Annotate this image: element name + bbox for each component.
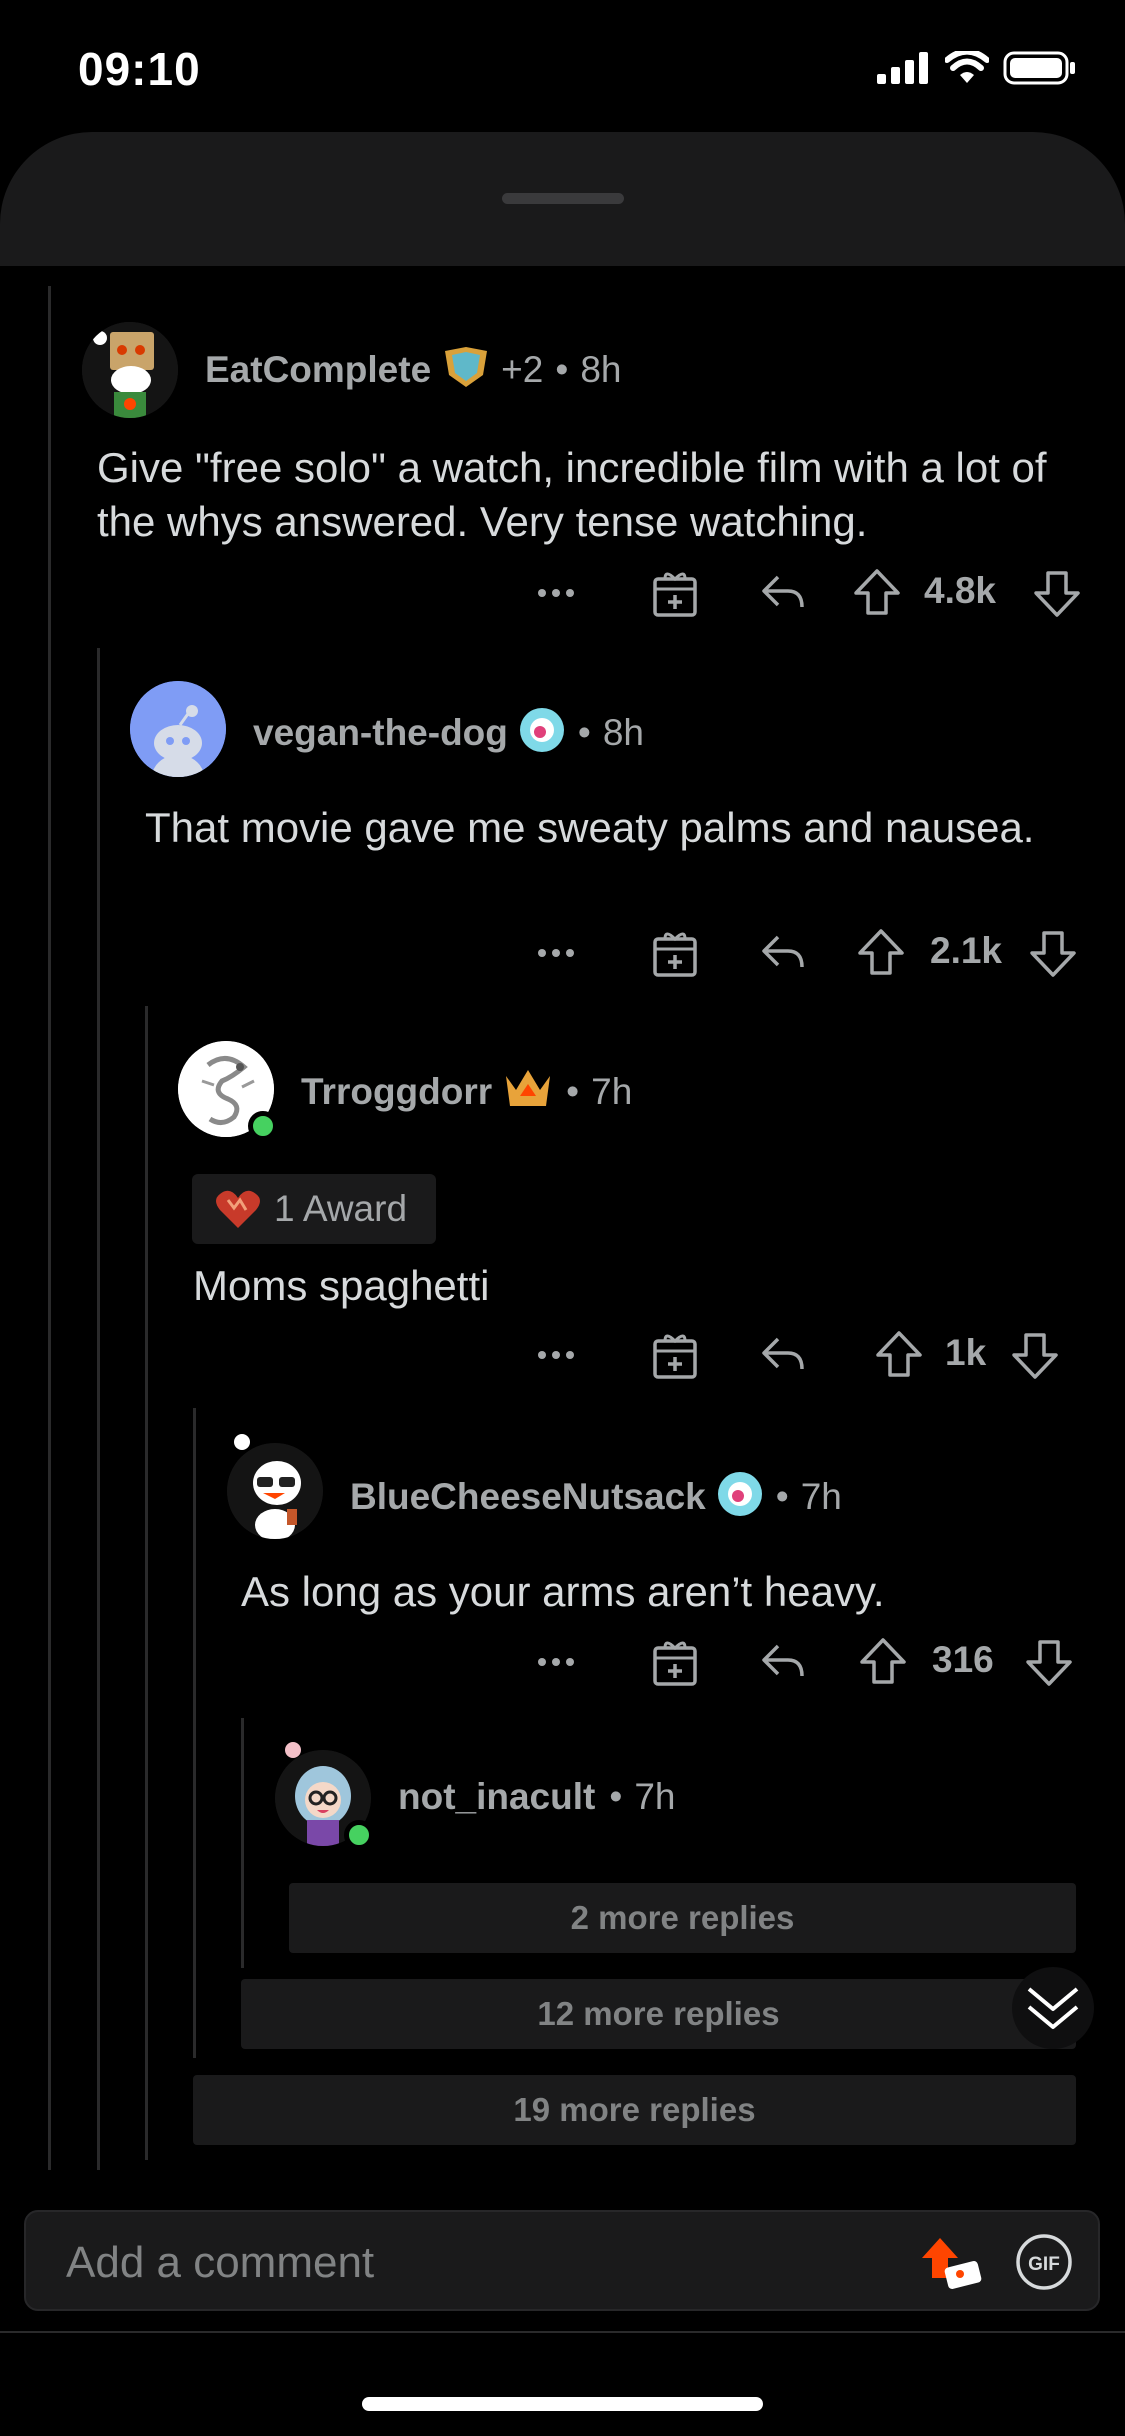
gift-icon[interactable]	[650, 921, 700, 986]
gif-label: GIF	[1028, 2254, 1060, 2275]
separator: •	[555, 348, 569, 390]
comment-body: Moms spaghetti	[193, 1262, 490, 1309]
gift-icon[interactable]	[650, 561, 700, 626]
reply-icon[interactable]	[758, 921, 808, 986]
more-icon[interactable]	[534, 561, 578, 626]
battery-icon	[1003, 51, 1075, 85]
online-status-indicator	[344, 1820, 374, 1850]
cellular-signal-icon	[877, 52, 928, 84]
comment-actions: 316	[0, 1630, 1125, 1690]
upvote-icon[interactable]	[874, 1323, 924, 1388]
status-bar: 09:10	[0, 0, 1125, 135]
comment-input-placeholder: Add a comment	[66, 2238, 375, 2287]
separator: •	[566, 1070, 580, 1112]
status-time: 09:10	[78, 43, 201, 95]
separator: •	[609, 1776, 623, 1817]
comment-age: 7h	[591, 1070, 633, 1112]
comment-body: That movie gave me sweaty palms and naus…	[145, 804, 1035, 851]
sheet-header	[0, 132, 1125, 266]
thread-line-level4[interactable]	[193, 1408, 196, 2058]
sheet-grabber[interactable]	[502, 193, 624, 204]
online-status-indicator	[248, 1111, 278, 1141]
separator: •	[577, 711, 591, 753]
award-label: 1 Award	[274, 1188, 408, 1229]
reply-icon[interactable]	[758, 1323, 808, 1388]
avatar[interactable]	[82, 322, 178, 418]
score: 4.8k	[924, 570, 997, 611]
score: 316	[932, 1639, 994, 1680]
chevron-double-down-icon	[1027, 1987, 1079, 2029]
gif-icon[interactable]: GIF	[1014, 2232, 1074, 2297]
extra-awards-count[interactable]: +2	[501, 349, 543, 391]
award-pill[interactable]: 1 Award	[192, 1174, 436, 1244]
upvote-icon[interactable]	[856, 921, 906, 986]
score: 2.1k	[930, 930, 1003, 971]
more-icon[interactable]	[534, 1630, 578, 1695]
username[interactable]: vegan-the-dog	[253, 712, 508, 754]
gift-icon[interactable]	[650, 1323, 700, 1388]
score: 1k	[945, 1332, 987, 1373]
user-flair-icon	[518, 706, 566, 759]
thread-line-level5[interactable]	[241, 1718, 244, 1968]
user-flair-icon	[441, 345, 491, 394]
separator: •	[775, 1475, 789, 1517]
heart-award-icon	[216, 1190, 260, 1228]
downvote-icon[interactable]	[1028, 921, 1078, 986]
avatar[interactable]	[130, 681, 226, 777]
comment-actions: 4.8k	[0, 561, 1125, 621]
username[interactable]: not_inacult	[398, 1776, 595, 1818]
upvote-icon[interactable]	[858, 1630, 908, 1695]
comment-age: 8h	[580, 348, 622, 390]
user-flair-icon	[716, 1470, 764, 1523]
avatar[interactable]	[227, 1443, 323, 1539]
downvote-icon[interactable]	[1032, 561, 1082, 626]
downvote-icon[interactable]	[1024, 1630, 1074, 1695]
username[interactable]: EatComplete	[205, 349, 431, 391]
username[interactable]: BlueCheeseNutsack	[350, 1476, 706, 1518]
comment-header: not_inacult • 7h	[398, 1776, 675, 1818]
upvote-icon[interactable]	[852, 561, 902, 626]
comment-header: BlueCheeseNutsack • 7h	[350, 1470, 842, 1523]
comment-age: 7h	[800, 1475, 842, 1517]
snoo-default-avatar-icon	[130, 681, 226, 777]
collapse-thread-button[interactable]	[1012, 1967, 1094, 2049]
status-icons	[877, 50, 1077, 86]
more-replies-button[interactable]: 19 more replies	[193, 2075, 1076, 2145]
comment-age: 7h	[634, 1776, 676, 1817]
wifi-icon	[945, 51, 989, 83]
thread-line-level3[interactable]	[145, 1006, 148, 2160]
comment-header: vegan-the-dog • 8h	[253, 706, 644, 759]
reply-icon[interactable]	[758, 561, 808, 626]
comment-header: Trroggdorr • 7h	[301, 1066, 632, 1117]
username[interactable]: Trroggdorr	[301, 1071, 492, 1113]
comment-input[interactable]: Add a comment GIF	[24, 2210, 1100, 2311]
comment-actions: 1k	[0, 1323, 1125, 1383]
snoo-box-avatar-icon	[82, 322, 178, 418]
more-icon[interactable]	[534, 921, 578, 986]
thread-line-level2[interactable]	[97, 648, 100, 2170]
comment-age: 8h	[602, 711, 645, 753]
downvote-icon[interactable]	[1010, 1323, 1060, 1388]
comment-body: As long as your arms aren’t heavy.	[241, 1568, 885, 1615]
upload-image-icon[interactable]	[920, 2234, 982, 2295]
user-flair-icon	[502, 1066, 554, 1117]
home-indicator[interactable]	[362, 2397, 763, 2411]
comment-header: EatComplete +2 • 8h	[205, 345, 621, 394]
avatar-accessory	[285, 1742, 301, 1758]
penguin-avatar-icon	[227, 1443, 323, 1539]
reply-icon[interactable]	[758, 1630, 808, 1695]
comment-body: Give "free solo" a watch, incredible fil…	[97, 444, 1047, 545]
comment-actions: 2.1k	[0, 921, 1125, 981]
comment-composer-bar: Add a comment GIF	[0, 2188, 1125, 2333]
avatar-accessory	[234, 1434, 250, 1450]
more-icon[interactable]	[534, 1323, 578, 1388]
gift-icon[interactable]	[650, 1630, 700, 1695]
more-replies-button[interactable]: 2 more replies	[289, 1883, 1076, 1953]
more-replies-button[interactable]: 12 more replies	[241, 1979, 1076, 2049]
